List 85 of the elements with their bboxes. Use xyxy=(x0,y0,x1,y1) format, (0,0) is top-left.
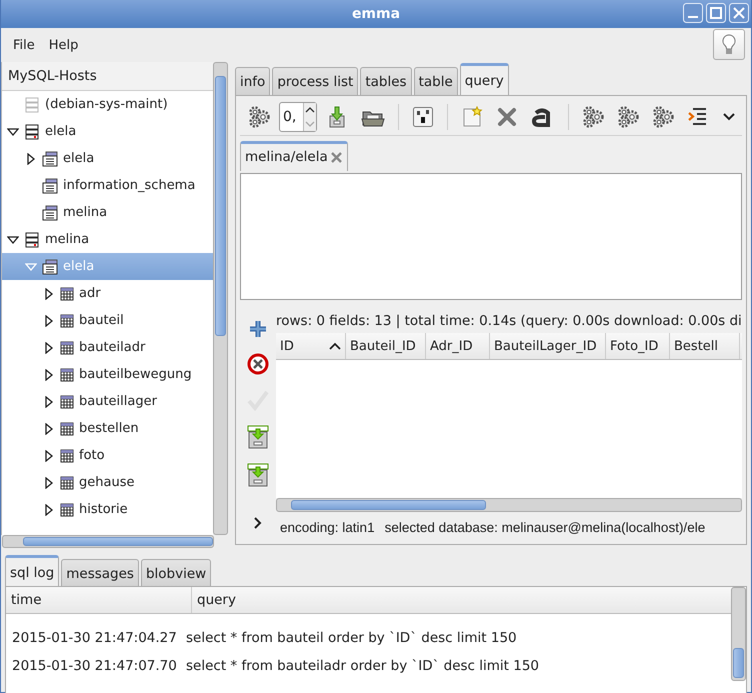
table-icon xyxy=(60,314,74,328)
column-header[interactable]: Bestell xyxy=(670,333,740,360)
tree-item[interactable]: bestellen xyxy=(2,415,213,442)
sort-up-icon[interactable] xyxy=(329,342,341,350)
tab[interactable]: table xyxy=(414,67,458,95)
tree-item[interactable]: elela xyxy=(2,118,213,145)
vertical-scrollbar[interactable] xyxy=(213,62,228,535)
chevron-down-icon[interactable] xyxy=(722,112,736,122)
table-icon xyxy=(60,448,74,462)
vertical-scrollbar[interactable] xyxy=(731,587,746,681)
table-icon xyxy=(60,286,74,300)
hint-button[interactable] xyxy=(713,29,745,60)
tree-item[interactable]: bauteiladr xyxy=(2,334,213,361)
tree-item[interactable]: historie xyxy=(2,496,213,523)
indent-icon[interactable] xyxy=(687,106,709,128)
window-title: emma xyxy=(352,6,400,22)
tree-item[interactable]: bauteillager xyxy=(2,388,213,415)
log-time: 2015-01-30 21:47:07.70 xyxy=(11,658,178,674)
column-header[interactable]: query xyxy=(192,587,731,613)
close-icon[interactable] xyxy=(496,106,518,128)
log-query: select * from bauteil order by `ID` desc limit 150 xyxy=(186,630,517,646)
tree-item[interactable]: elela xyxy=(2,145,213,172)
horizontal-scrollbar[interactable] xyxy=(2,535,214,548)
light-bulb-icon xyxy=(721,34,737,56)
database-icon xyxy=(42,178,58,194)
tree-item[interactable]: bauteil xyxy=(2,307,213,334)
tab[interactable]: sql log xyxy=(5,555,60,587)
menu-item[interactable]: File xyxy=(6,34,42,56)
menu-item[interactable]: Help xyxy=(42,34,86,56)
tab[interactable]: messages xyxy=(61,559,139,587)
tab[interactable]: tables xyxy=(360,67,412,95)
table-icon xyxy=(60,502,74,516)
column-header: MySQL-Hosts xyxy=(2,62,213,91)
log-query: select * from bauteiladr order by `ID` desc limit 150 xyxy=(186,658,540,674)
gears-icon[interactable] xyxy=(582,106,604,128)
tree-item[interactable]: melina xyxy=(2,199,213,226)
new-document-icon[interactable] xyxy=(461,106,483,128)
result-status: rows: 0 fields: 13 | total time: 0.14s (query: 0.00s download: 0.00s di xyxy=(276,312,742,332)
tree-item[interactable]: adr xyxy=(2,280,213,307)
database-label: selected database: melinauser@melina(localhost)/ele xyxy=(384,520,706,535)
column-header[interactable]: Bauteil_ID xyxy=(346,333,426,360)
column-header[interactable]: time xyxy=(6,587,192,613)
tab[interactable]: blobview xyxy=(140,559,212,587)
chevron-right-icon[interactable] xyxy=(253,516,263,530)
column-header[interactable]: ID xyxy=(276,333,346,360)
maximize-icon[interactable] xyxy=(706,3,726,23)
tree-item[interactable]: bauteilbewegung xyxy=(2,361,213,388)
table-icon xyxy=(60,368,74,382)
close-icon[interactable] xyxy=(330,150,343,164)
tree-item[interactable]: melina xyxy=(2,226,213,253)
minimize-icon[interactable] xyxy=(683,3,703,23)
query-tab[interactable]: melina/elela xyxy=(240,141,348,171)
table-icon xyxy=(60,394,74,408)
gears-icon[interactable] xyxy=(652,106,674,128)
log-time: 2015-01-30 21:47:04.27 xyxy=(11,630,178,646)
tree-item[interactable]: foto xyxy=(2,442,213,469)
column-label: Foto_ID xyxy=(610,338,658,354)
import-icon[interactable] xyxy=(247,425,269,450)
tab[interactable]: query xyxy=(460,63,509,95)
column-label: ID xyxy=(280,338,294,354)
import-icon[interactable] xyxy=(247,463,269,488)
column-label: Bestell xyxy=(674,338,718,354)
tree-item[interactable]: information_schema xyxy=(2,172,213,199)
table-icon xyxy=(60,340,74,354)
column-label: BauteilLager_ID xyxy=(494,338,597,354)
gears-icon[interactable] xyxy=(248,106,270,128)
column-label: Bauteil_ID xyxy=(350,338,416,354)
column-header[interactable]: Foto_ID xyxy=(606,333,670,360)
column-header[interactable]: BauteilLager_ID xyxy=(490,333,606,360)
encoding-label: encoding: latin1 xyxy=(280,520,375,535)
database-icon xyxy=(42,258,58,274)
spin-field[interactable]: 0, xyxy=(279,102,317,132)
database-icon xyxy=(42,150,58,166)
tab[interactable]: info xyxy=(235,67,270,95)
table-icon xyxy=(60,422,74,436)
horizontal-scrollbar[interactable] xyxy=(276,498,742,512)
tree-item[interactable]: gehause xyxy=(2,469,213,496)
table-icon xyxy=(60,476,74,490)
cancel-icon[interactable] xyxy=(247,353,269,376)
gears-icon[interactable] xyxy=(617,106,639,128)
column-header[interactable]: Adr_ID xyxy=(426,333,490,360)
tab[interactable]: process list xyxy=(272,67,358,95)
column-label: Adr_ID xyxy=(430,338,473,354)
add-icon[interactable] xyxy=(248,319,268,340)
database-icon xyxy=(42,204,58,220)
